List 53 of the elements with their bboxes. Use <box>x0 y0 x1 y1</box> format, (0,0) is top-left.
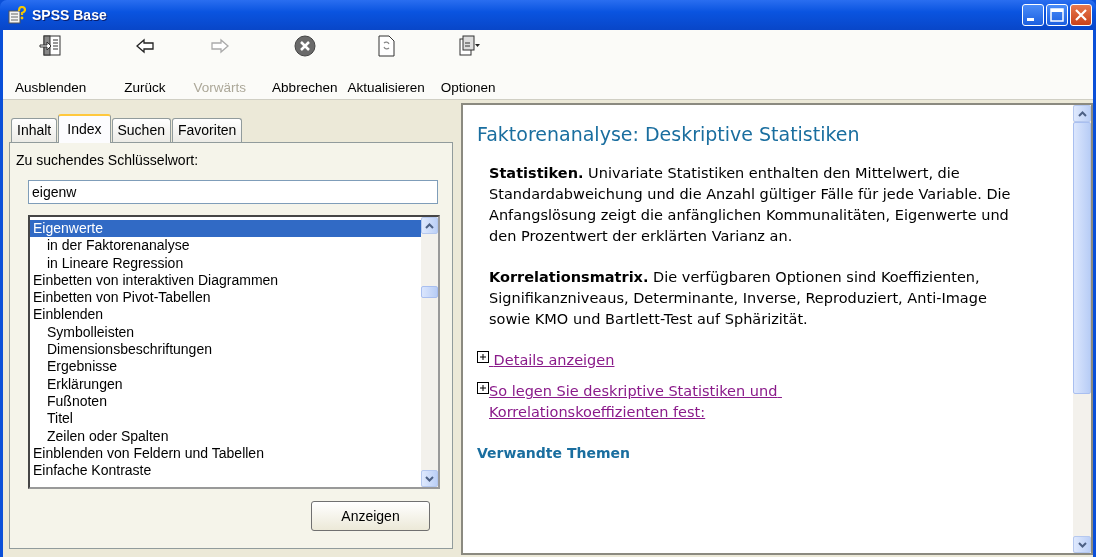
stop-icon <box>291 34 318 58</box>
scroll-thumb[interactable] <box>1073 122 1091 394</box>
minimize-icon <box>1027 17 1034 21</box>
close-button[interactable] <box>1070 4 1092 26</box>
related-topics-heading: Verwandte Themen <box>477 445 631 461</box>
index-entry[interactable]: Eigenwerte <box>30 220 421 238</box>
topic-link[interactable]: So legen Sie deskriptive Statistiken und Korrelationskoeffizienten fest: <box>489 381 917 423</box>
index-entry[interactable]: Erklärungen <box>30 375 421 393</box>
index-entry[interactable]: Fußnoten <box>30 392 421 411</box>
close-icon <box>1074 8 1088 22</box>
scroll-up-button[interactable] <box>421 217 438 234</box>
keyword-label: Zu suchendes Schlüsselwort: <box>16 152 200 168</box>
paragraph: Statistiken. Univariate Statistiken enthalten den Mittelwert, die Standardabweichung und die Anzahl gültiger Fälle für jede Variable. Die Anfangslösung zeigt die anfänglichen Kommunalitäten, Eigenwerte und den Prozentwert der erklärten Varianz an. <box>489 164 1012 246</box>
tab[interactable]: Favoriten <box>172 118 243 142</box>
tab[interactable]: Suchen <box>111 118 171 142</box>
index-entry[interactable]: Symbolleisten <box>30 323 421 342</box>
scroll-up-button[interactable] <box>1073 105 1091 122</box>
topic-title: Faktorenanalyse: Deskriptive Statistiken <box>477 123 861 145</box>
toolbar-button[interactable]: Optionen <box>438 34 498 95</box>
index-entry[interactable]: Einfache Kontraste <box>30 462 421 480</box>
index-entry[interactable]: Einbetten von interaktiven Diagrammen <box>30 271 421 290</box>
toolbar-button[interactable]: Aktualisieren <box>345 34 427 95</box>
index-entry[interactable]: Einblenden <box>30 306 421 324</box>
scroll-thumb[interactable] <box>421 286 438 298</box>
index-entry[interactable]: Dimensionsbeschriftungen <box>30 341 421 359</box>
scroll-down-button[interactable] <box>421 470 438 487</box>
toolbar-button[interactable]: Ausblenden <box>13 34 89 95</box>
index-entry[interactable]: Zeilen oder Spalten <box>30 427 421 445</box>
index-entry[interactable]: Einblenden von Feldern und Tabellen <box>30 444 421 463</box>
expand-icon[interactable] <box>477 351 489 363</box>
paragraph: Korrelationsmatrix. Die verfügbaren Optionen sind Koeffizienten, Signifikanzniveaus, Determinante, Inverse, Reproduziert, Anti-Image sowie KMO und Bartlett-Test auf Sphärizität. <box>489 268 988 329</box>
minimize-button[interactable] <box>1022 4 1044 26</box>
index-entry[interactable]: Einbetten von Pivot-Tabellen <box>30 289 421 307</box>
scroll-down-button[interactable] <box>1073 536 1091 553</box>
display-button[interactable]: Anzeigen <box>311 501 430 531</box>
keyword-field[interactable]: eigenw <box>28 180 438 204</box>
panel-icon <box>37 34 64 58</box>
help-book-icon <box>8 6 26 24</box>
tab[interactable]: Inhalt <box>11 118 58 142</box>
scrollbar[interactable] <box>1073 105 1091 553</box>
toolbar-button[interactable]: Zurück <box>122 34 168 95</box>
tab[interactable]: Index <box>58 114 111 143</box>
maximize-icon <box>1050 8 1064 22</box>
toolbar-button[interactable]: Abbrechen <box>270 34 340 95</box>
index-entry[interactable]: Ergebnisse <box>30 358 421 376</box>
topic-link[interactable]: Details anzeigen <box>489 350 615 371</box>
index-entry[interactable]: in Lineare Regression <box>30 254 421 272</box>
maximize-button[interactable] <box>1046 4 1068 26</box>
expand-icon[interactable] <box>477 382 489 394</box>
scrollbar[interactable] <box>421 217 438 487</box>
window-title: SPSS Base <box>32 7 107 23</box>
index-entry[interactable]: Titel <box>30 410 421 428</box>
index-entry[interactable]: in der Faktorenanalyse <box>30 237 421 255</box>
